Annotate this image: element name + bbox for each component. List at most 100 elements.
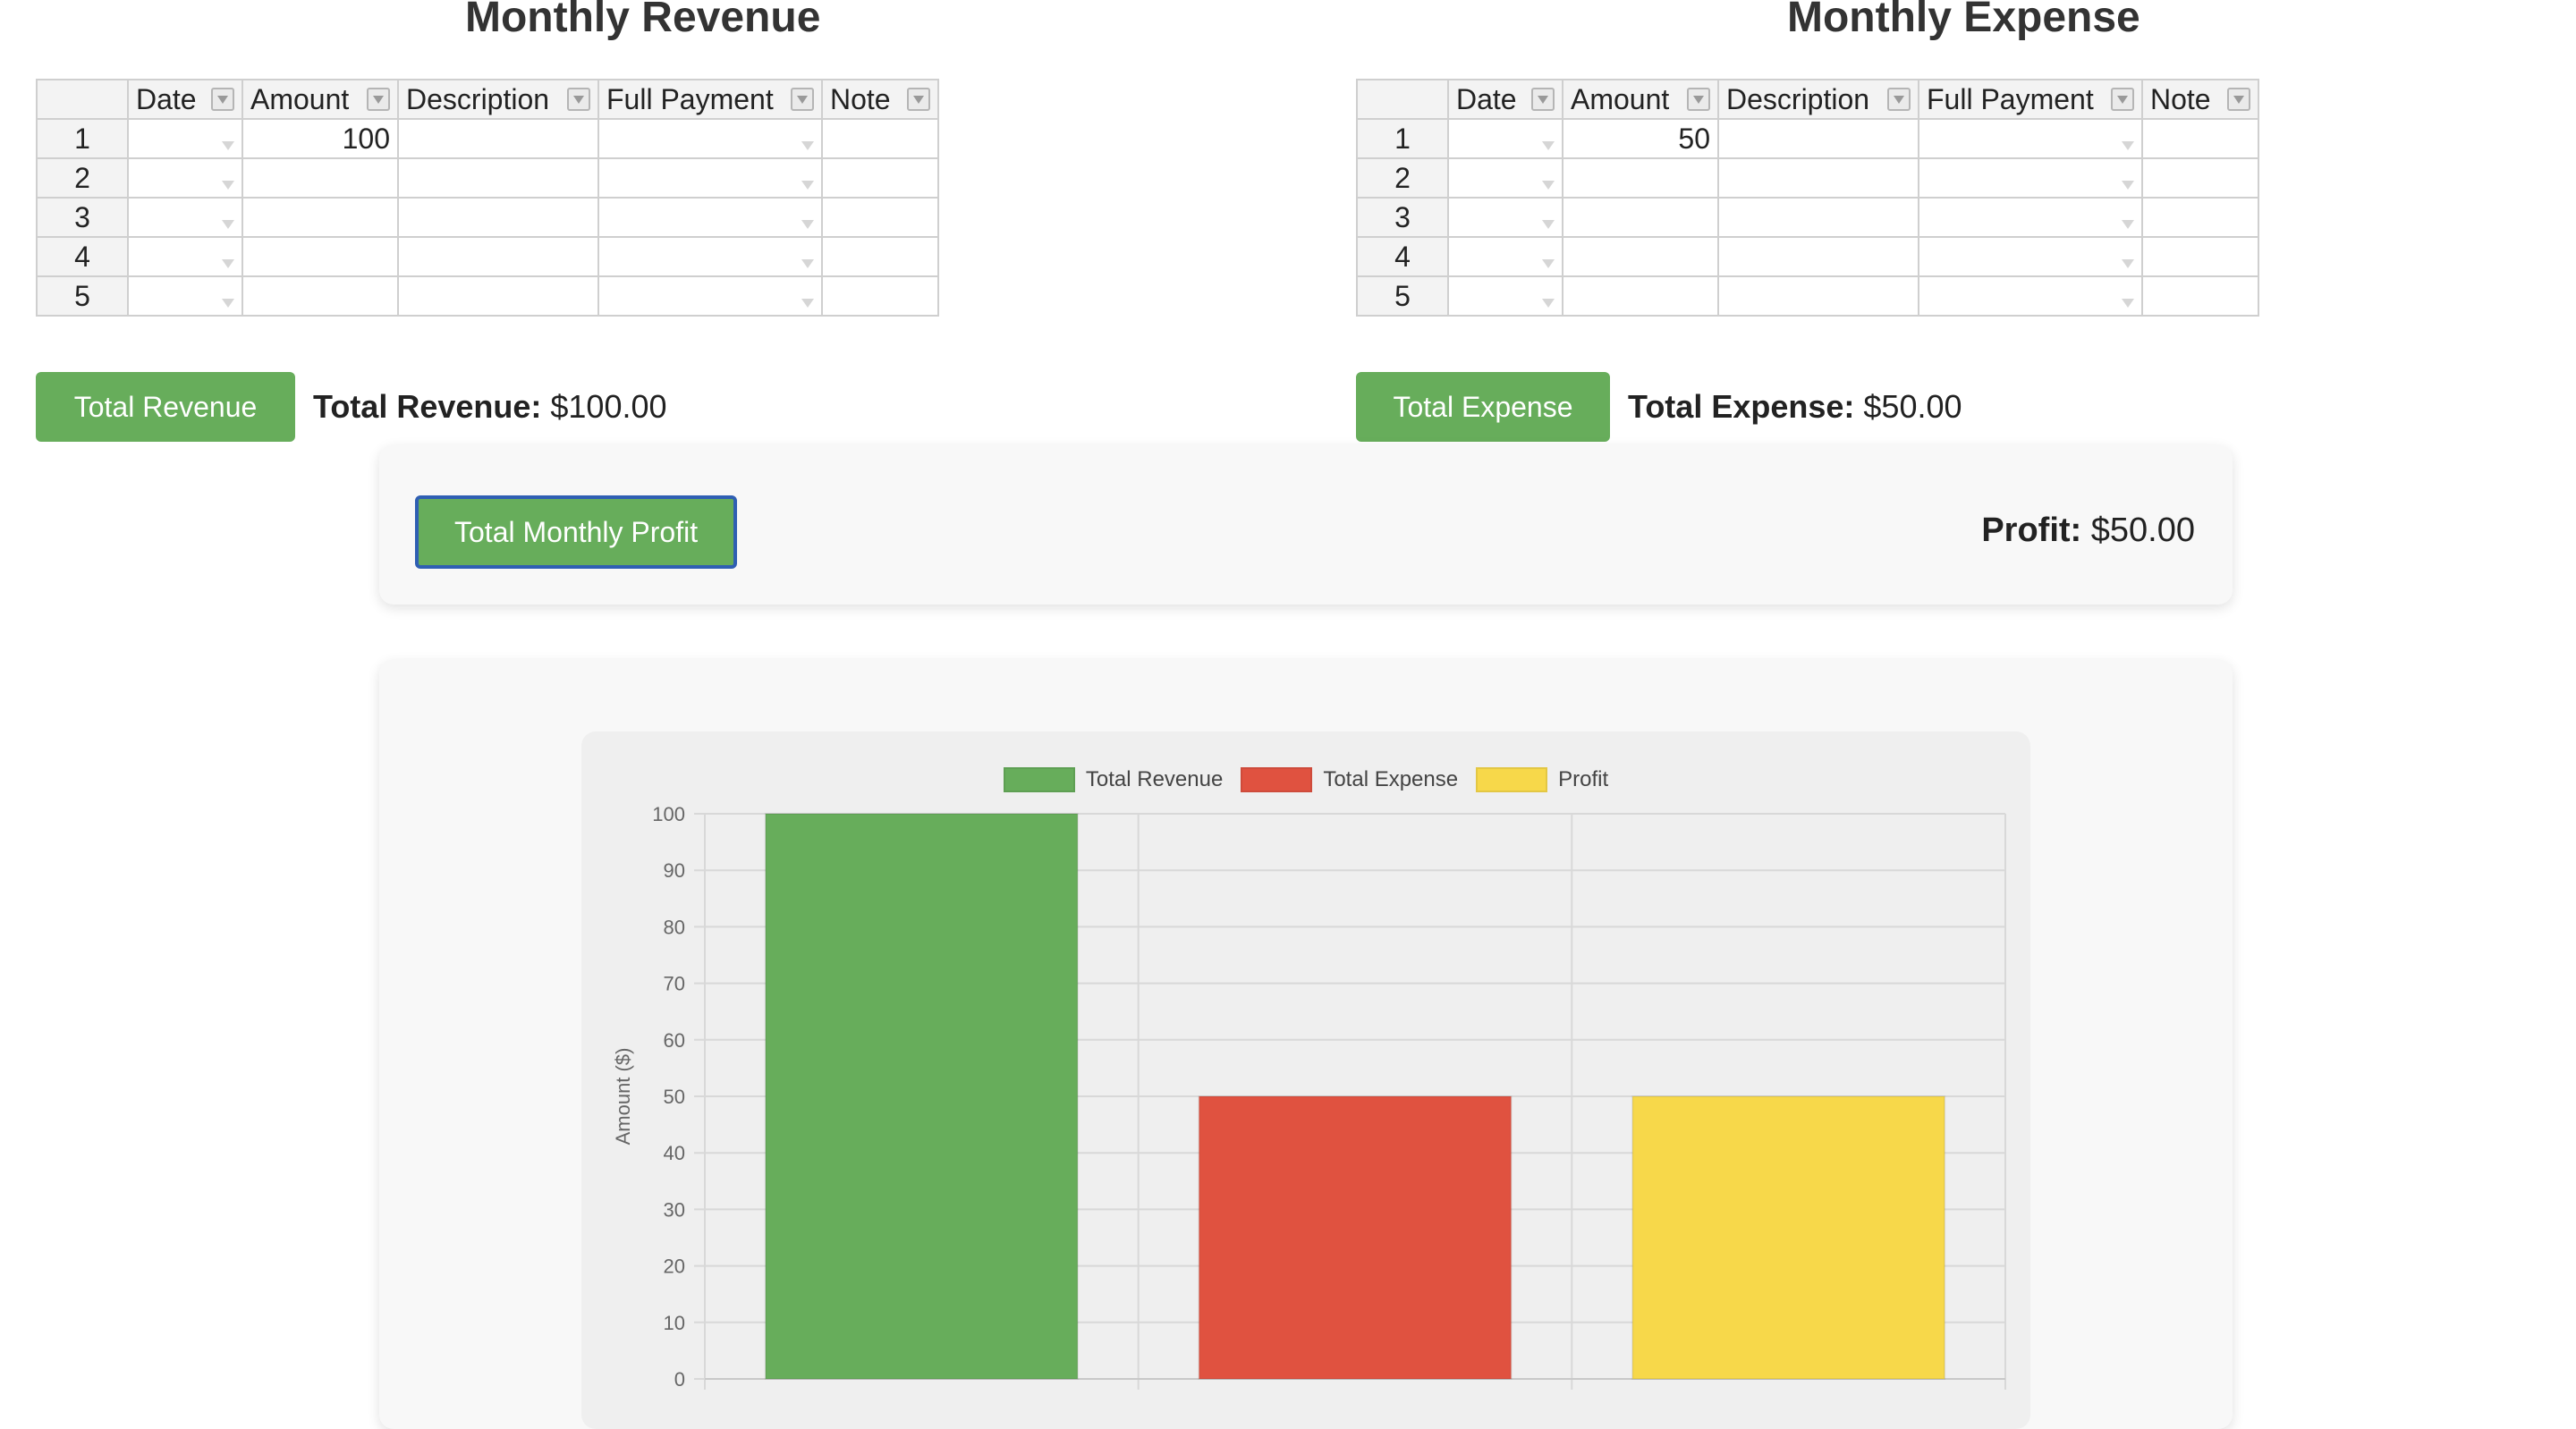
dropdown-arrow-icon[interactable] xyxy=(2122,141,2134,150)
chart-card: Total Revenue Total Expense Profit 0 10 20… xyxy=(379,660,2233,1429)
dropdown-arrow-icon[interactable] xyxy=(1542,259,1555,268)
cell-value: 1 xyxy=(1394,122,1411,155)
description-cell[interactable] xyxy=(397,275,599,317)
total-revenue-button[interactable]: Total Revenue xyxy=(36,372,295,442)
description-cell[interactable] xyxy=(397,197,599,238)
note-cell[interactable] xyxy=(821,157,939,199)
amount-cell[interactable]: 50 xyxy=(1562,118,1719,159)
full-payment-cell[interactable] xyxy=(1918,275,2143,317)
note-cell[interactable] xyxy=(2141,157,2259,199)
description-cell[interactable] xyxy=(1717,118,1919,159)
full-payment-cell[interactable] xyxy=(597,118,823,159)
y-axis-label: Amount ($) xyxy=(612,1048,634,1146)
profit-value: $50.00 xyxy=(2090,512,2195,549)
description-cell[interactable] xyxy=(1717,236,1919,277)
column-label: Description xyxy=(406,82,550,115)
dropdown-arrow-icon[interactable] xyxy=(801,141,814,150)
description-cell[interactable] xyxy=(1717,275,1919,317)
description-cell[interactable] xyxy=(397,157,599,199)
filter-dropdown-icon[interactable] xyxy=(211,88,234,111)
filter-dropdown-icon[interactable] xyxy=(2227,88,2250,111)
description-cell[interactable] xyxy=(397,118,599,159)
filter-dropdown-icon[interactable] xyxy=(791,88,814,111)
total-revenue-label: Total Revenue: xyxy=(313,388,542,425)
date-cell[interactable] xyxy=(1447,275,1563,317)
dropdown-arrow-icon[interactable] xyxy=(222,141,234,150)
date-cell[interactable] xyxy=(1447,197,1563,238)
dropdown-arrow-icon[interactable] xyxy=(801,181,814,190)
full-payment-cell[interactable] xyxy=(597,236,823,277)
amount-cell[interactable] xyxy=(1562,157,1719,199)
amount-cell[interactable] xyxy=(1562,236,1719,277)
dropdown-arrow-icon[interactable] xyxy=(222,259,234,268)
date-cell[interactable] xyxy=(127,236,243,277)
total-expense-button[interactable]: Total Expense xyxy=(1356,372,1610,442)
total-monthly-profit-button[interactable]: Total Monthly Profit xyxy=(415,495,738,569)
date-cell[interactable] xyxy=(127,157,243,199)
dropdown-arrow-icon[interactable] xyxy=(1542,141,1555,150)
date-cell[interactable] xyxy=(127,197,243,238)
full-payment-cell[interactable] xyxy=(597,275,823,317)
dropdown-arrow-icon[interactable] xyxy=(2122,259,2134,268)
filter-dropdown-icon[interactable] xyxy=(2111,88,2134,111)
note-cell[interactable] xyxy=(821,275,939,317)
cell-value: 5 xyxy=(1394,279,1411,312)
filter-dropdown-icon[interactable] xyxy=(367,88,390,111)
amount-cell[interactable]: 100 xyxy=(242,118,399,159)
note-cell[interactable] xyxy=(821,236,939,277)
total-expense-display: Total Expense: $50.00 xyxy=(1628,388,1962,426)
note-cell[interactable] xyxy=(2141,236,2259,277)
dropdown-arrow-icon[interactable] xyxy=(2122,181,2134,190)
note-cell[interactable] xyxy=(2141,275,2259,317)
dropdown-arrow-icon[interactable] xyxy=(222,181,234,190)
date-cell[interactable] xyxy=(1447,157,1563,199)
dropdown-arrow-icon[interactable] xyxy=(1542,220,1555,229)
dropdown-arrow-icon[interactable] xyxy=(801,220,814,229)
dropdown-arrow-icon[interactable] xyxy=(2122,220,2134,229)
amount-cell[interactable] xyxy=(242,157,399,199)
filter-dropdown-icon[interactable] xyxy=(567,88,590,111)
note-cell[interactable] xyxy=(2141,118,2259,159)
amount-cell[interactable] xyxy=(242,197,399,238)
note-cell[interactable] xyxy=(821,118,939,159)
dropdown-arrow-icon[interactable] xyxy=(801,299,814,308)
note-cell[interactable] xyxy=(2141,197,2259,238)
row-number: 1 xyxy=(36,118,129,159)
description-cell[interactable] xyxy=(1717,157,1919,199)
date-cell[interactable] xyxy=(1447,118,1563,159)
column-header-full-payment: Full Payment xyxy=(1918,79,2143,120)
revenue-table: Date Amount Description Full Payment Not… xyxy=(36,79,939,317)
dropdown-arrow-icon[interactable] xyxy=(801,259,814,268)
dropdown-arrow-icon[interactable] xyxy=(1542,299,1555,308)
note-cell[interactable] xyxy=(821,197,939,238)
filter-dropdown-icon[interactable] xyxy=(1531,88,1555,111)
filter-dropdown-icon[interactable] xyxy=(1887,88,1911,111)
dropdown-arrow-icon[interactable] xyxy=(222,220,234,229)
description-cell[interactable] xyxy=(1717,197,1919,238)
full-payment-cell[interactable] xyxy=(597,197,823,238)
expense-table: Date Amount Description Full Payment Not… xyxy=(1356,79,2259,317)
amount-cell[interactable] xyxy=(1562,275,1719,317)
revenue-title: Monthly Revenue xyxy=(465,0,821,41)
description-cell[interactable] xyxy=(397,236,599,277)
amount-cell[interactable] xyxy=(1562,197,1719,238)
dropdown-arrow-icon[interactable] xyxy=(222,299,234,308)
dropdown-arrow-icon[interactable] xyxy=(2122,299,2134,308)
date-cell[interactable] xyxy=(1447,236,1563,277)
column-header-date: Date xyxy=(127,79,243,120)
filter-dropdown-icon[interactable] xyxy=(1687,88,1710,111)
filter-dropdown-icon[interactable] xyxy=(907,88,930,111)
y-tick-label: 30 xyxy=(664,1198,685,1221)
profit-card: Total Monthly Profit Profit: $50.00 xyxy=(379,445,2233,605)
amount-cell[interactable] xyxy=(242,236,399,277)
amount-cell[interactable] xyxy=(242,275,399,317)
full-payment-cell[interactable] xyxy=(597,157,823,199)
date-cell[interactable] xyxy=(127,275,243,317)
date-cell[interactable] xyxy=(127,118,243,159)
dropdown-arrow-icon[interactable] xyxy=(1542,181,1555,190)
full-payment-cell[interactable] xyxy=(1918,118,2143,159)
full-payment-cell[interactable] xyxy=(1918,236,2143,277)
table-row: 4 xyxy=(36,236,939,277)
full-payment-cell[interactable] xyxy=(1918,157,2143,199)
full-payment-cell[interactable] xyxy=(1918,197,2143,238)
